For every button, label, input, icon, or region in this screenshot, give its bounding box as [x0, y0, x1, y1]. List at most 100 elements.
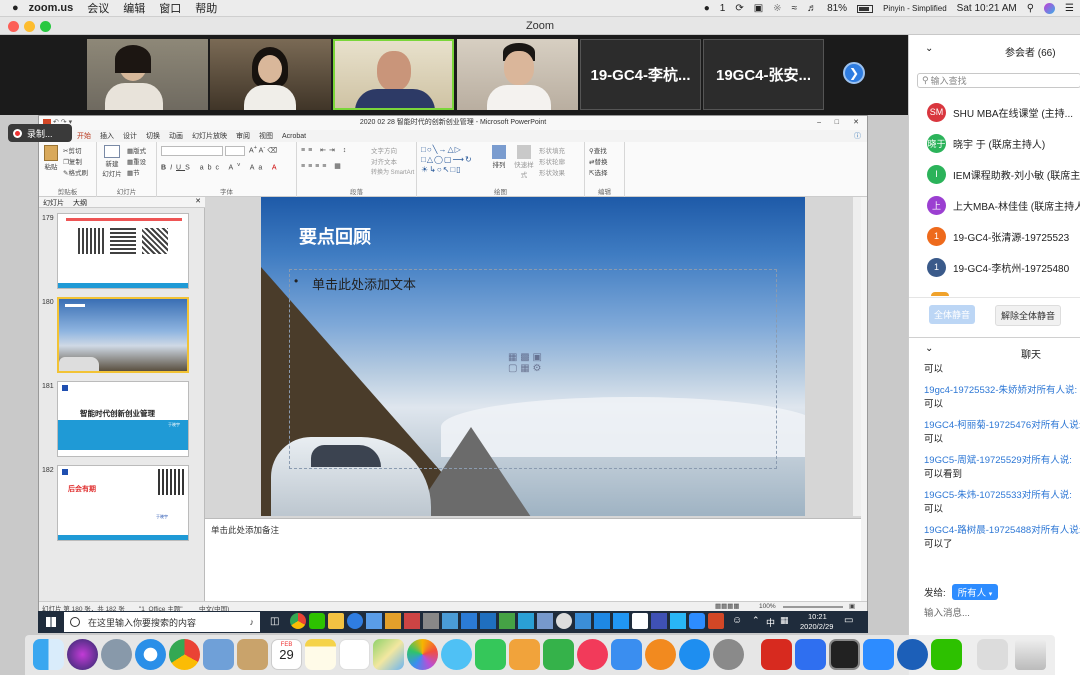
tab-view[interactable]: 视图 — [259, 131, 273, 141]
next-page-button[interactable]: ❯ — [843, 62, 865, 84]
mute-all-button[interactable]: 全体静音 — [929, 305, 976, 324]
menu-app-name[interactable]: zoom.us — [29, 2, 74, 14]
section-button[interactable]: ▦节 — [127, 167, 140, 177]
microphone-icon[interactable]: ♪ — [250, 617, 255, 627]
app-taskbar-icon[interactable] — [442, 613, 458, 629]
minimize-window-button[interactable] — [24, 21, 35, 32]
font-style-buttons[interactable]: BIUS abc Av Aa A — [161, 162, 281, 171]
acrobat-icon[interactable] — [761, 639, 792, 670]
spotlight-icon[interactable]: ⚲ — [1027, 3, 1034, 14]
chrome-icon[interactable] — [169, 639, 200, 670]
zoom-meeting-icon[interactable] — [863, 639, 894, 670]
video-tile-participant-1[interactable] — [87, 39, 208, 110]
list-buttons[interactable]: ≡≡ ⇤⇥ ↕ — [301, 146, 349, 154]
facetime-icon[interactable] — [475, 639, 506, 670]
slide-thumbnail-181[interactable]: 智能时代创新创业管理 于晓宇 — [57, 381, 189, 457]
slide-thumbnail-179[interactable] — [57, 213, 189, 289]
app-store-icon[interactable] — [679, 639, 710, 670]
fit-window-icon[interactable]: ▣ — [849, 602, 855, 610]
system-preferences-icon[interactable] — [713, 639, 744, 670]
select-button[interactable]: ⇱选择 — [589, 167, 607, 177]
participant-row[interactable]: I IEM课程助教-刘小敏 (联席主 — [927, 163, 1080, 185]
photos-icon[interactable] — [407, 639, 438, 670]
app-taskbar-icon[interactable] — [575, 613, 591, 629]
app-taskbar-icon[interactable] — [404, 613, 420, 629]
tab-slideshow[interactable]: 幻灯片放映 — [192, 131, 227, 141]
shape-fill-button[interactable]: 形状填充 — [539, 145, 565, 155]
view-buttons[interactable]: ▦▦▦▦ — [715, 602, 740, 610]
menu-window[interactable]: 窗口 — [159, 0, 181, 16]
input-mode-icon[interactable]: ▦ — [780, 615, 789, 626]
launchpad-icon[interactable] — [101, 639, 132, 670]
calendar-icon[interactable]: FEB 29 — [271, 639, 302, 670]
keynote-icon[interactable] — [611, 639, 642, 670]
music-icon[interactable] — [577, 639, 608, 670]
app-taskbar-icon[interactable] — [632, 613, 648, 629]
chrome-taskbar-icon[interactable] — [290, 613, 306, 629]
chat-sender[interactable]: 19GC4-柯丽菊-19725476 — [924, 420, 1031, 431]
explorer-taskbar-icon[interactable] — [328, 613, 344, 629]
shape-outline-button[interactable]: 形状轮廓 — [539, 156, 565, 166]
wechat-taskbar-icon[interactable] — [309, 613, 325, 629]
windows-start-icon[interactable] — [46, 617, 56, 627]
participant-row[interactable]: SM SHU MBA在线课堂 (主持... — [927, 101, 1080, 123]
tab-design[interactable]: 设计 — [123, 131, 137, 141]
maximize-window-button[interactable] — [40, 21, 51, 32]
zoom-level[interactable]: 100% — [759, 603, 776, 610]
bluetooth-icon[interactable]: ※ — [773, 3, 781, 14]
chat-sender[interactable]: 19gc4-19725532-朱娇娇 — [924, 385, 1027, 396]
volume-icon[interactable]: ♬ — [807, 3, 817, 14]
tab-home[interactable]: 开始 — [77, 131, 91, 141]
app-taskbar-icon[interactable] — [651, 613, 667, 629]
quick-styles-button[interactable]: 快速样式 — [513, 145, 535, 179]
contacts-icon[interactable] — [237, 639, 268, 670]
chat-input[interactable]: 输入消息... — [924, 605, 1074, 621]
app-taskbar-icon[interactable] — [556, 613, 572, 629]
wechat-status-icon[interactable]: ● — [704, 3, 710, 14]
siri-dock-icon[interactable] — [67, 639, 98, 670]
finder-icon[interactable] — [33, 639, 64, 670]
wifi-icon[interactable]: ≈ — [792, 3, 798, 14]
reminders-icon[interactable] — [339, 639, 370, 670]
new-slide-button[interactable]: 新建 幻灯片 — [101, 145, 123, 178]
powerpoint-taskbar-icon[interactable] — [708, 613, 724, 629]
chat-sender[interactable]: 19GC4-路树晨-19725488 — [924, 525, 1031, 536]
cut-button[interactable]: ✂剪切 — [63, 145, 81, 155]
video-tile-active-speaker[interactable] — [333, 39, 454, 110]
participant-row[interactable]: 1 19-GC4-张清源-19725523 — [927, 225, 1080, 247]
recording-indicator[interactable]: 录制... — [8, 124, 72, 142]
ppt-restore-button[interactable]: □ — [835, 116, 839, 130]
numbers-icon[interactable] — [543, 639, 574, 670]
find-button[interactable]: ⚲查找 — [589, 145, 607, 155]
participant-row[interactable]: 上上大MBA-林佳佳 (联席主持人 — [927, 194, 1080, 216]
tray-arrow-icon[interactable]: ⌃ — [752, 615, 760, 626]
wps-icon[interactable] — [795, 639, 826, 670]
collapse-participants-icon[interactable]: ⌄ — [925, 43, 933, 54]
arrange-button[interactable]: 排列 — [489, 145, 509, 169]
wechat-dock-icon[interactable] — [931, 639, 962, 670]
chat-sender[interactable]: 19GC5-周斌-19725529 — [924, 455, 1022, 466]
slide-thumbnail-180-selected[interactable] — [57, 297, 189, 373]
close-window-button[interactable] — [8, 21, 19, 32]
tab-insert[interactable]: 插入 — [100, 131, 114, 141]
slide[interactable]: 要点回顾 • 单击此处添加文本 ▦ ▩ ▣ ▢ ▦ ⚙ — [261, 197, 805, 516]
documents-folder-icon[interactable] — [977, 639, 1008, 670]
participant-search[interactable]: ⚲ 输入查找 — [917, 73, 1080, 88]
shapes-gallery[interactable]: □○╲→△▷ □△◯▢⟶↻ ☀↳○↖□▯ — [421, 145, 485, 177]
messages-icon[interactable] — [441, 639, 472, 670]
paste-button[interactable]: 粘贴 — [43, 145, 59, 175]
tab-slides[interactable]: 幻灯片 — [43, 198, 64, 208]
font-name-select[interactable] — [161, 146, 223, 156]
zoom-dock-icon[interactable] — [829, 639, 860, 670]
replace-button[interactable]: ⇄替换 — [589, 156, 607, 166]
people-icon[interactable]: ☺ — [732, 615, 742, 626]
edge-taskbar-icon[interactable] — [347, 613, 363, 629]
app-taskbar-icon[interactable] — [537, 613, 553, 629]
zoom-taskbar-icon[interactable] — [689, 613, 705, 629]
app-taskbar-icon[interactable] — [499, 613, 515, 629]
apple-icon[interactable]: ● — [12, 2, 19, 14]
pages-icon[interactable] — [509, 639, 540, 670]
video-tile-participant-2[interactable] — [210, 39, 331, 110]
siri-icon[interactable] — [1044, 3, 1056, 14]
taskbar-date[interactable]: 2020/2/29 — [800, 622, 833, 631]
